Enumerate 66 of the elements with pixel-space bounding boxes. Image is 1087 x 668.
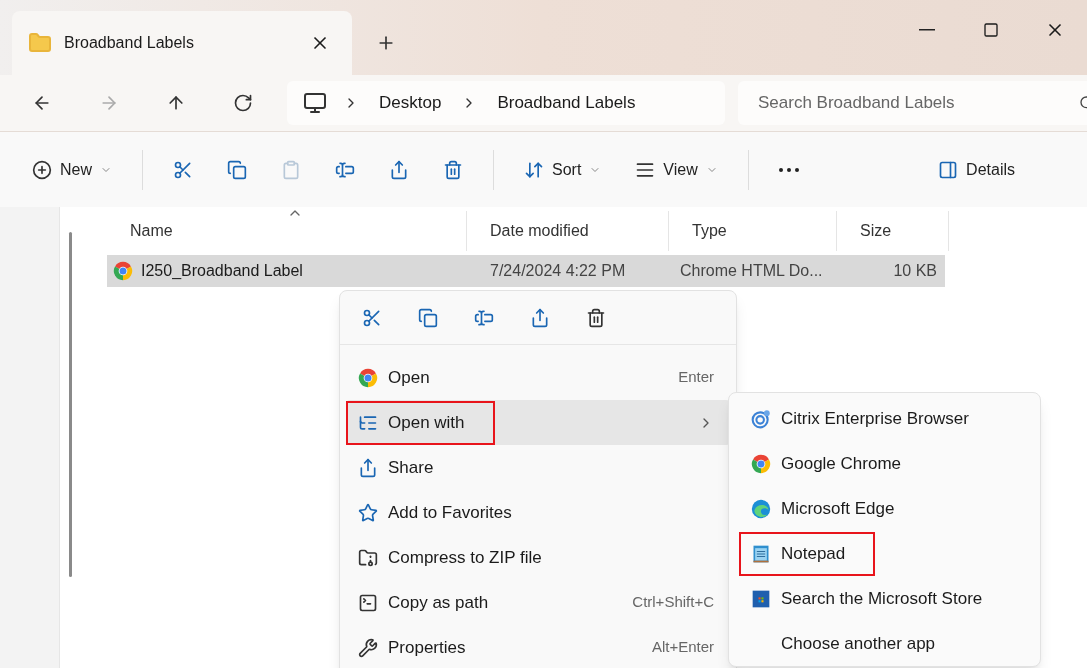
column-header[interactable]: Name	[107, 211, 467, 251]
trash-icon	[586, 307, 606, 328]
star-icon	[358, 502, 378, 523]
store-icon	[751, 588, 771, 609]
notepad-icon	[751, 543, 771, 564]
share-icon	[530, 307, 550, 328]
table-cell-text: 7/24/2024 4:22 PM	[489, 261, 627, 281]
paste-icon	[281, 159, 301, 180]
menu-item[interactable]: Share	[346, 445, 730, 490]
scrollbar-thumb[interactable]	[69, 232, 72, 577]
share-icon	[358, 457, 378, 478]
trash-icon	[443, 159, 463, 180]
table-cell-text: 10 KB	[892, 261, 937, 281]
panel-icon	[938, 159, 959, 180]
file-row[interactable]: I250_Broadband Label 7/24/2024 4:22 PM Chrome HTML Do... 10 KB	[107, 255, 945, 287]
details-button[interactable]: Details	[926, 149, 1027, 190]
tab-title: Broadband Labels	[64, 33, 195, 53]
app-menu-item[interactable]: Notepad	[739, 531, 1030, 576]
minimize-icon	[919, 29, 935, 31]
column-header[interactable]: Type	[669, 211, 837, 251]
maximize-icon	[983, 22, 999, 38]
more-icon	[778, 167, 799, 172]
app-menu-item[interactable]: Google Chrome	[739, 441, 1030, 486]
menu-item[interactable]: Open with	[346, 400, 730, 445]
cut-icon	[362, 307, 382, 328]
new-button[interactable]: New	[20, 149, 124, 190]
share-icon	[389, 159, 409, 180]
breadcrumb[interactable]: Desktop	[375, 90, 446, 116]
folder-icon	[28, 31, 52, 55]
column-header[interactable]: Size	[837, 211, 949, 251]
refresh-icon	[233, 93, 253, 113]
chrome-icon	[751, 453, 771, 474]
shortcut-text: Alt+Enter	[651, 637, 714, 658]
add-icon	[32, 159, 52, 180]
zip-folder-icon	[358, 547, 378, 568]
app-menu-item[interactable]: Choose another app	[739, 621, 1030, 666]
menu-item[interactable]: Open Enter	[346, 355, 730, 400]
file-name: I250_Broadband Label	[141, 261, 303, 281]
monitor-icon	[303, 91, 327, 115]
tab[interactable]: Broadband Labels	[12, 11, 352, 75]
app-menu-item[interactable]: Microsoft Edge	[739, 486, 1030, 531]
path-icon	[358, 592, 378, 613]
search-field[interactable]: Search Broadband Labels	[738, 81, 1087, 125]
column-header[interactable]: Date modified	[467, 211, 669, 251]
app-menu-item[interactable]: Citrix Enterprise Browser	[739, 396, 1030, 441]
sort-button[interactable]: Sort	[512, 149, 614, 190]
menu-item[interactable]: Copy as path Ctrl+Shift+C	[346, 580, 730, 625]
menu-item[interactable]: Properties Alt+Enter	[346, 625, 730, 668]
app-menu-item[interactable]: Search the Microsoft Store	[739, 576, 1030, 621]
shortcut-text: Enter	[678, 367, 714, 388]
breadcrumb[interactable]: Broadband Labels	[493, 90, 640, 116]
address-bar[interactable]: Desktop Broadband Labels	[287, 81, 725, 125]
chrome-icon	[113, 261, 133, 281]
chrome-icon	[358, 367, 378, 388]
view-button[interactable]: View	[623, 149, 730, 190]
table-cell-text: Chrome HTML Do...	[679, 261, 824, 281]
wrench-icon	[358, 637, 378, 658]
target-icon	[751, 408, 771, 429]
menu-item[interactable]: Compress to ZIP file	[346, 535, 730, 580]
cut-icon	[173, 159, 193, 180]
wave-circle-icon	[751, 498, 771, 519]
shortcut-text: Ctrl+Shift+C	[632, 592, 714, 613]
copy-icon	[418, 307, 438, 328]
search-input[interactable]: Search Broadband Labels	[758, 90, 1071, 116]
copy-icon	[227, 159, 247, 180]
menu-item[interactable]: Add to Favorites	[346, 490, 730, 535]
